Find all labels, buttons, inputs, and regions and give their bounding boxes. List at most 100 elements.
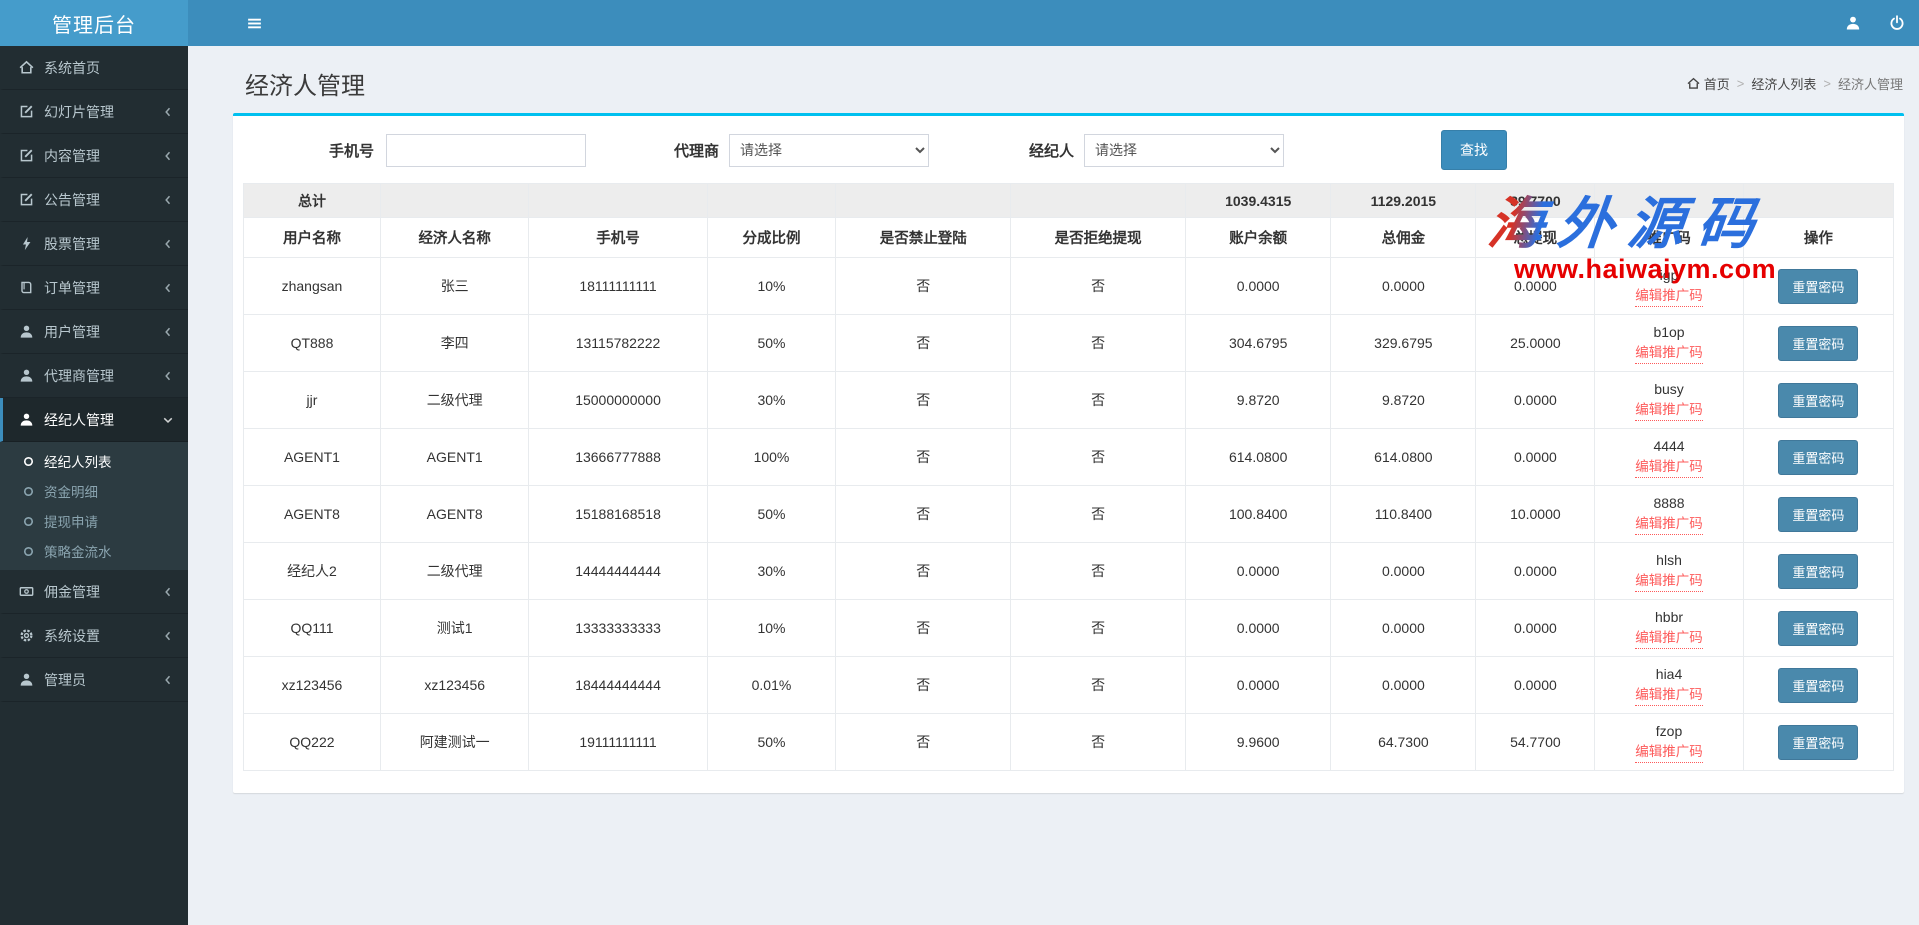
edit-promo-link[interactable]: 编辑推广码 xyxy=(1635,457,1703,478)
cell-ratio: 30% xyxy=(707,543,836,600)
col-login-banned: 是否禁止登陆 xyxy=(836,218,1011,258)
cell-username: 经纪人2 xyxy=(244,543,381,600)
user-icon xyxy=(19,324,34,339)
circle-icon xyxy=(22,545,35,558)
sidebar-item-agents[interactable]: 代理商管理 xyxy=(0,354,188,398)
chevron-left-icon xyxy=(162,326,174,338)
reset-password-button[interactable]: 重置密码 xyxy=(1778,269,1858,304)
sidebar-item-label: 代理商管理 xyxy=(44,366,114,386)
edit-promo-link[interactable]: 编辑推广码 xyxy=(1635,514,1703,535)
cell-login-banned: 否 xyxy=(836,429,1011,486)
edit-promo-link[interactable]: 编辑推广码 xyxy=(1635,400,1703,421)
sidebar-item-withdraw-requests[interactable]: 提现申请 xyxy=(0,506,188,536)
sidebar-item-stocks[interactable]: 股票管理 xyxy=(0,222,188,266)
cell-broker-name: 二级代理 xyxy=(380,543,529,600)
edit-promo-link[interactable]: 编辑推广码 xyxy=(1635,343,1703,364)
reset-password-button[interactable]: 重置密码 xyxy=(1778,383,1858,418)
top-navbar: 管理后台 xyxy=(0,0,1919,46)
cell-withdraw-refused: 否 xyxy=(1011,714,1186,771)
sidebar-item-slides[interactable]: 幻灯片管理 xyxy=(0,90,188,134)
phone-input[interactable] xyxy=(386,134,586,167)
sidebar-item-announcements[interactable]: 公告管理 xyxy=(0,178,188,222)
cell-action: 重置密码 xyxy=(1743,429,1893,486)
bolt-icon xyxy=(19,236,34,251)
table-body: zhangsan 张三 18111111111 10% 否 否 0.0000 0… xyxy=(244,258,1894,771)
edit-promo-link[interactable]: 编辑推广码 xyxy=(1635,286,1703,307)
cell-withdrawn: 0.0000 xyxy=(1476,429,1595,486)
edit-promo-link[interactable]: 编辑推广码 xyxy=(1635,742,1703,763)
reset-password-button[interactable]: 重置密码 xyxy=(1778,725,1858,760)
edit-promo-link[interactable]: 编辑推广码 xyxy=(1635,685,1703,706)
sidebar-item-admin[interactable]: 管理员 xyxy=(0,658,188,702)
sidebar-item-content[interactable]: 内容管理 xyxy=(0,134,188,178)
cell-broker-name: 张三 xyxy=(380,258,529,315)
cell-withdraw-refused: 否 xyxy=(1011,543,1186,600)
cell-balance: 9.9600 xyxy=(1186,714,1331,771)
cell-balance: 0.0000 xyxy=(1186,543,1331,600)
reset-password-button[interactable]: 重置密码 xyxy=(1778,440,1858,475)
search-button[interactable]: 查找 xyxy=(1441,130,1507,170)
cell-withdrawn: 0.0000 xyxy=(1476,543,1595,600)
edit-promo-link[interactable]: 编辑推广码 xyxy=(1635,571,1703,592)
col-ratio: 分成比例 xyxy=(707,218,836,258)
cell-withdrawn: 25.0000 xyxy=(1476,315,1595,372)
breadcrumb-home[interactable]: 首页 xyxy=(1687,74,1730,93)
reset-password-button[interactable]: 重置密码 xyxy=(1778,497,1858,532)
reset-password-button[interactable]: 重置密码 xyxy=(1778,554,1858,589)
table-row: 经纪人2 二级代理 14444444444 30% 否 否 0.0000 0.0… xyxy=(244,543,1894,600)
col-commission: 总佣金 xyxy=(1331,218,1476,258)
sidebar-toggle-button[interactable] xyxy=(230,0,278,46)
reset-password-button[interactable]: 重置密码 xyxy=(1778,611,1858,646)
promo-code: hlsh xyxy=(1595,550,1743,571)
cell-withdraw-refused: 否 xyxy=(1011,600,1186,657)
promo-code: 8888 xyxy=(1595,493,1743,514)
cell-ratio: 0.01% xyxy=(707,657,836,714)
cell-phone: 14444444444 xyxy=(529,543,707,600)
sidebar-item-brokers[interactable]: 经纪人管理 xyxy=(0,398,188,442)
chevron-left-icon xyxy=(162,150,174,162)
cell-login-banned: 否 xyxy=(836,315,1011,372)
sidebar-item-commission[interactable]: 佣金管理 xyxy=(0,570,188,614)
cell-withdrawn: 0.0000 xyxy=(1476,372,1595,429)
navbar-user-button[interactable] xyxy=(1831,0,1875,46)
agent-select[interactable]: 请选择 xyxy=(729,134,929,167)
cell-username: QQ222 xyxy=(244,714,381,771)
breadcrumb-broker-list[interactable]: 经济人列表 xyxy=(1751,74,1816,93)
phone-label: 手机号 xyxy=(329,140,374,161)
sidebar-item-users[interactable]: 用户管理 xyxy=(0,310,188,354)
cell-promo: hbbr 编辑推广码 xyxy=(1595,600,1744,657)
sidebar-item-settings[interactable]: 系统设置 xyxy=(0,614,188,658)
sidebar-item-home[interactable]: 系统首页 xyxy=(0,46,188,90)
cell-action: 重置密码 xyxy=(1743,486,1893,543)
reset-password-button[interactable]: 重置密码 xyxy=(1778,668,1858,703)
power-icon xyxy=(1889,15,1905,31)
cell-username: xz123456 xyxy=(244,657,381,714)
col-broker-name: 经济人名称 xyxy=(380,218,529,258)
user-icon xyxy=(1845,15,1861,31)
broker-select[interactable]: 请选择 xyxy=(1084,134,1284,167)
circle-icon xyxy=(22,485,35,498)
edit-icon xyxy=(19,104,34,119)
cell-balance: 614.0800 xyxy=(1186,429,1331,486)
edit-promo-link[interactable]: 编辑推广码 xyxy=(1635,628,1703,649)
reset-password-button[interactable]: 重置密码 xyxy=(1778,326,1858,361)
cell-action: 重置密码 xyxy=(1743,714,1893,771)
totals-row: 总计 1039.4315 1129.2015 89.7700 xyxy=(244,184,1894,218)
sidebar-item-label: 股票管理 xyxy=(44,234,100,254)
cell-commission: 0.0000 xyxy=(1331,600,1476,657)
chevron-left-icon xyxy=(162,106,174,118)
chevron-left-icon xyxy=(162,630,174,642)
cell-action: 重置密码 xyxy=(1743,600,1893,657)
cell-username: AGENT1 xyxy=(244,429,381,486)
cell-login-banned: 否 xyxy=(836,543,1011,600)
cell-username: jjr xyxy=(244,372,381,429)
sidebar-item-fund-details[interactable]: 资金明细 xyxy=(0,476,188,506)
sidebar-item-orders[interactable]: 订单管理 xyxy=(0,266,188,310)
logout-button[interactable] xyxy=(1875,0,1919,46)
brand-logo[interactable]: 管理后台 xyxy=(0,0,188,46)
cell-username: QT888 xyxy=(244,315,381,372)
totals-withdrawn: 89.7700 xyxy=(1476,184,1595,218)
chevron-left-icon xyxy=(162,370,174,382)
sidebar-item-broker-list[interactable]: 经纪人列表 xyxy=(0,446,188,476)
sidebar-item-strategy-flow[interactable]: 策略金流水 xyxy=(0,536,188,566)
